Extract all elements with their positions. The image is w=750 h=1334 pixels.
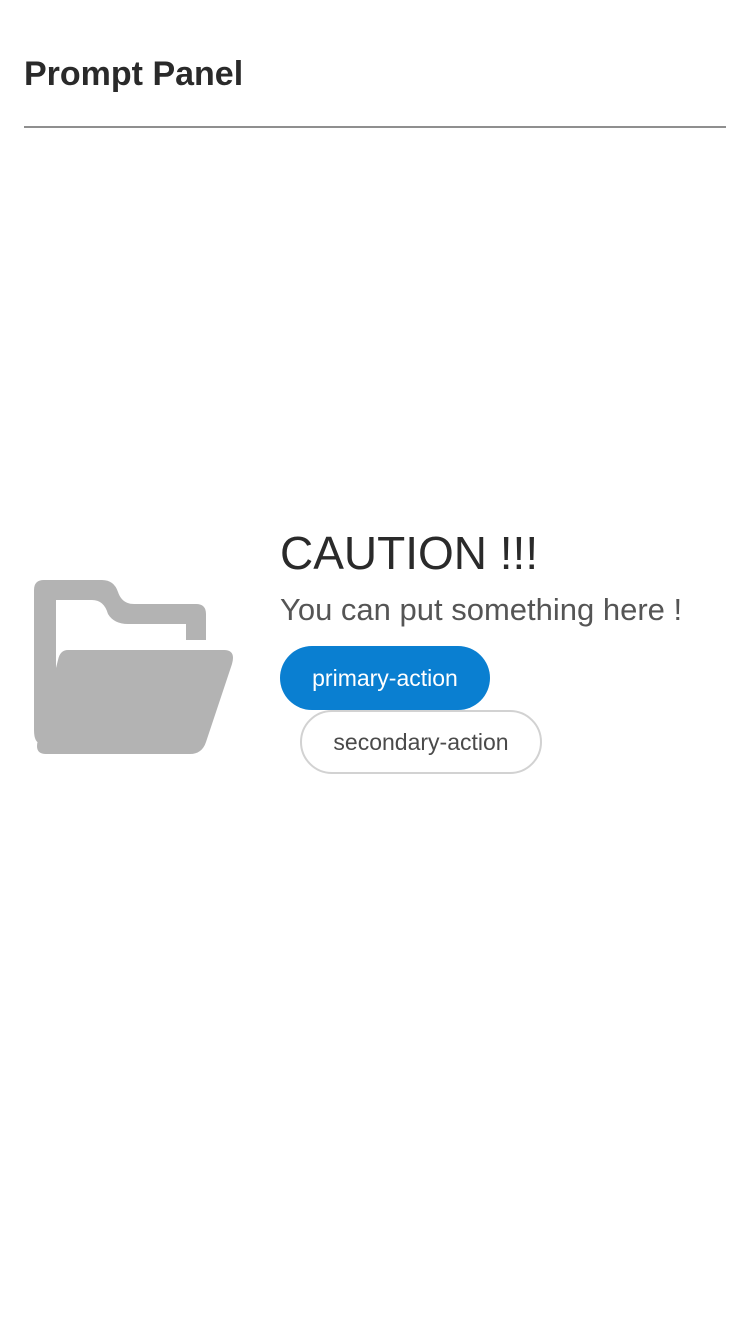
folder-open-icon: [34, 580, 233, 754]
page-title: Prompt Panel: [24, 55, 244, 93]
prompt-actions: primary-action secondary-action: [280, 646, 710, 776]
primary-action-button[interactable]: primary-action: [280, 646, 490, 710]
prompt-panel-page: Prompt Panel CAUTION !!! You can put som…: [0, 0, 750, 1334]
prompt: CAUTION !!! You can put something here !…: [34, 524, 724, 824]
prompt-heading: CAUTION !!!: [280, 527, 539, 579]
prompt-message: You can put something here !: [280, 592, 683, 627]
header: Prompt Panel: [24, 0, 726, 128]
secondary-action-button[interactable]: secondary-action: [300, 710, 542, 774]
prompt-body: CAUTION !!! You can put something here !…: [280, 524, 710, 776]
